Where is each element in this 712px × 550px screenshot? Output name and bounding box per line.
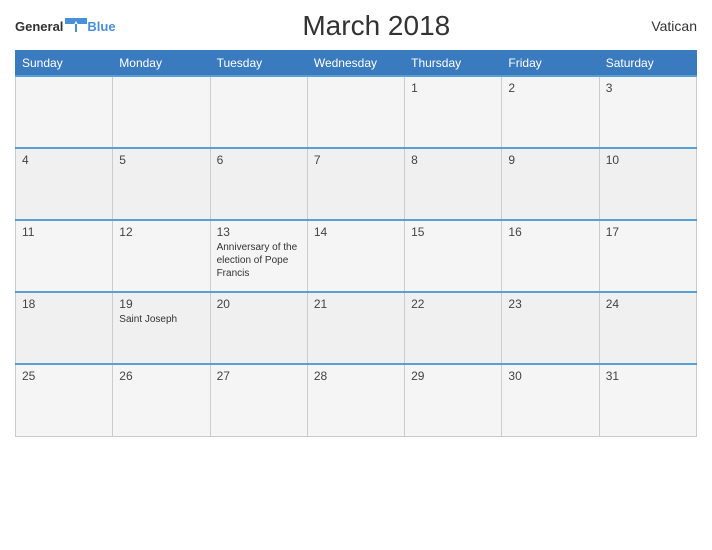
day-number: 9 — [508, 153, 592, 167]
calendar-cell: 1 — [405, 76, 502, 148]
calendar-cell: 10 — [599, 148, 696, 220]
calendar-cell: 3 — [599, 76, 696, 148]
calendar-cell: 4 — [16, 148, 113, 220]
calendar-cell: 28 — [307, 364, 404, 436]
calendar-cell: 20 — [210, 292, 307, 364]
calendar-cell: 25 — [16, 364, 113, 436]
day-number: 25 — [22, 369, 106, 383]
logo: General Blue — [15, 18, 116, 34]
day-number: 31 — [606, 369, 690, 383]
calendar-cell: 11 — [16, 220, 113, 292]
calendar-cell: 8 — [405, 148, 502, 220]
day-number: 11 — [22, 225, 106, 239]
country-label: Vatican — [637, 18, 697, 34]
day-number: 12 — [119, 225, 203, 239]
calendar-cell: 30 — [502, 364, 599, 436]
week-row: 456789 10 — [16, 148, 697, 220]
day-number: 24 — [606, 297, 690, 311]
calendar-cell — [16, 76, 113, 148]
day-number: 27 — [217, 369, 301, 383]
week-row: 25 26 27 28 29 30 31 — [16, 364, 697, 436]
calendar-cell: 7 — [307, 148, 404, 220]
calendar-cell: 5 — [113, 148, 210, 220]
day-number: 18 — [22, 297, 106, 311]
day-number: 14 — [314, 225, 398, 239]
day-number: 30 — [508, 369, 592, 383]
week-row: 123 — [16, 76, 697, 148]
weekday-row: SundayMondayTuesdayWednesdayThursdayFrid… — [16, 51, 697, 77]
calendar-cell: 24 — [599, 292, 696, 364]
day-number: 6 — [217, 153, 301, 167]
day-number: 7 — [314, 153, 398, 167]
weekday-header-friday: Friday — [502, 51, 599, 77]
calendar-cell: 27 — [210, 364, 307, 436]
calendar-cell: 26 — [113, 364, 210, 436]
calendar-cell — [307, 76, 404, 148]
day-number: 2 — [508, 81, 592, 95]
weekday-header-sunday: Sunday — [16, 51, 113, 77]
day-number: 3 — [606, 81, 690, 95]
calendar-cell: 12 — [113, 220, 210, 292]
calendar-cell: 2 — [502, 76, 599, 148]
calendar-cell: 31 — [599, 364, 696, 436]
weekday-header-tuesday: Tuesday — [210, 51, 307, 77]
day-number: 1 — [411, 81, 495, 95]
day-number: 23 — [508, 297, 592, 311]
day-number: 21 — [314, 297, 398, 311]
weekday-header-monday: Monday — [113, 51, 210, 77]
day-number: 4 — [22, 153, 106, 167]
calendar-cell: 9 — [502, 148, 599, 220]
calendar-body: 12345678910111213Anniversary of the elec… — [16, 76, 697, 436]
week-row: 18 19 Saint Joseph 20 21 22 23 24 — [16, 292, 697, 364]
header: General Blue March 2018 Vatican — [15, 10, 697, 42]
calendar-cell: 14 — [307, 220, 404, 292]
day-number: 29 — [411, 369, 495, 383]
calendar-cell: 22 — [405, 292, 502, 364]
calendar-cell: 15 — [405, 220, 502, 292]
calendar-cell: 29 — [405, 364, 502, 436]
calendar-cell: 19 Saint Joseph — [113, 292, 210, 364]
logo-blue-text: Blue — [87, 19, 115, 34]
day-number: 20 — [217, 297, 301, 311]
calendar-title: March 2018 — [116, 10, 637, 42]
day-event: Saint Joseph — [119, 314, 177, 325]
day-number: 13 — [217, 225, 301, 239]
weekday-header-thursday: Thursday — [405, 51, 502, 77]
day-number: 22 — [411, 297, 495, 311]
day-number: 5 — [119, 153, 203, 167]
logo-flag-icon — [65, 18, 87, 34]
calendar-cell: 6 — [210, 148, 307, 220]
calendar-page: General Blue March 2018 Vatican SundayMo… — [0, 0, 712, 550]
day-event: Anniversary of the election of Pope Fran… — [217, 242, 298, 279]
calendar-table: SundayMondayTuesdayWednesdayThursdayFrid… — [15, 50, 697, 437]
day-number: 16 — [508, 225, 592, 239]
calendar-cell — [210, 76, 307, 148]
week-row: 11 12 13 Anniversary of the election of Pop… — [16, 220, 697, 292]
calendar-cell: 17 — [599, 220, 696, 292]
calendar-cell: 21 — [307, 292, 404, 364]
calendar-header: SundayMondayTuesdayWednesdayThursdayFrid… — [16, 51, 697, 77]
day-number: 8 — [411, 153, 495, 167]
weekday-header-saturday: Saturday — [599, 51, 696, 77]
weekday-header-wednesday: Wednesday — [307, 51, 404, 77]
calendar-cell — [113, 76, 210, 148]
day-number: 17 — [606, 225, 690, 239]
day-number: 26 — [119, 369, 203, 383]
day-number: 19 — [119, 297, 203, 311]
calendar-cell: 13 Anniversary of the election of Pope Fr… — [210, 220, 307, 292]
day-number: 15 — [411, 225, 495, 239]
calendar-cell: 18 — [16, 292, 113, 364]
calendar-cell: 16 — [502, 220, 599, 292]
logo-general-text: General — [15, 19, 63, 34]
day-number: 28 — [314, 369, 398, 383]
day-number: 10 — [606, 153, 690, 167]
calendar-cell: 23 — [502, 292, 599, 364]
